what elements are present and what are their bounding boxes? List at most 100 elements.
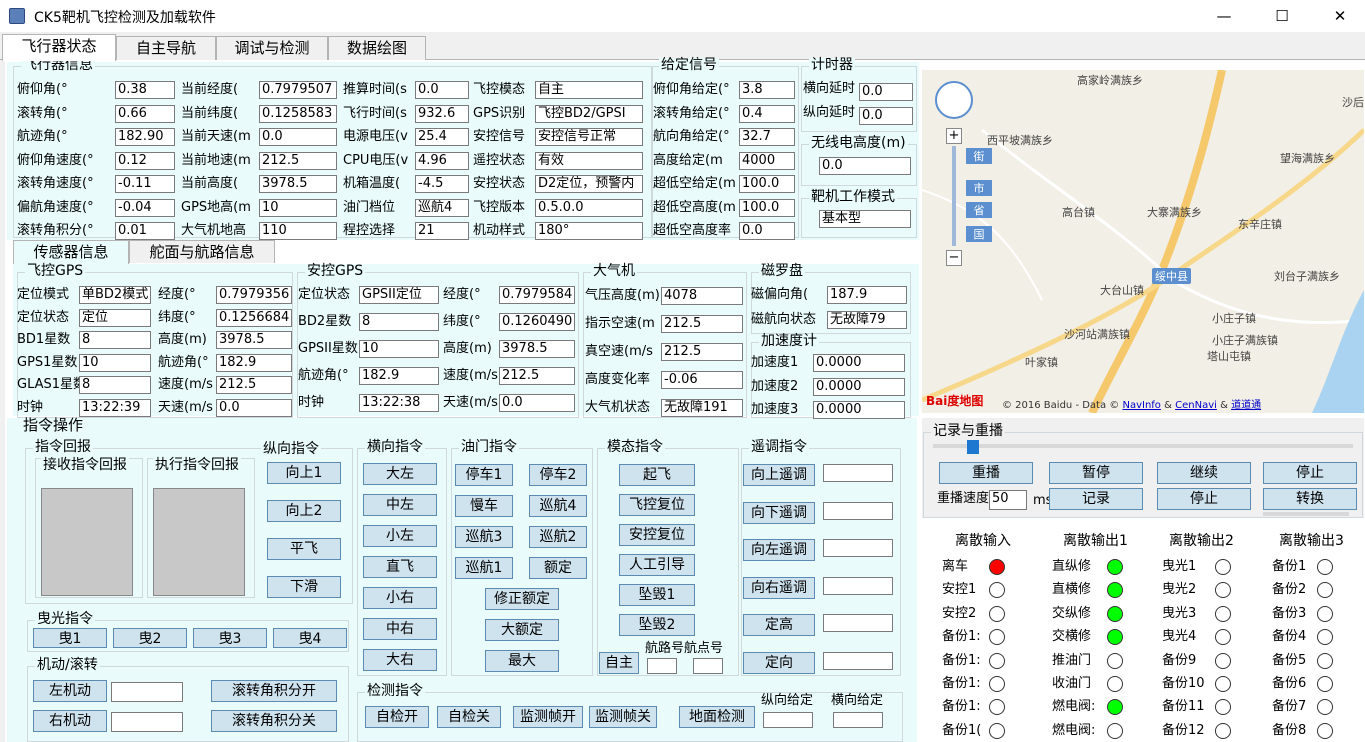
lat-given-input[interactable] — [833, 712, 883, 728]
replay-speed-input[interactable]: 50 — [989, 490, 1027, 510]
long-cmd-button[interactable]: 下滑 — [267, 576, 341, 598]
remote-value-input[interactable] — [823, 651, 893, 670]
map-view[interactable]: 高家岭满族乡 西平坡满族乡 望海满族乡 高台镇 大寨满族乡 东辛庄镇 绥中县 刘… — [922, 70, 1364, 413]
throttle-button[interactable]: 停车1 — [455, 464, 513, 486]
lat-cmd-button[interactable]: 中左 — [363, 494, 437, 516]
zoom-out-button[interactable]: − — [946, 250, 962, 266]
throttle-button[interactable]: 修正额定 — [485, 588, 559, 610]
pause-button[interactable]: 暂停 — [1049, 462, 1143, 484]
mode-button[interactable]: 坠毁2 — [619, 614, 695, 636]
mode-button[interactable]: 飞控复位 — [619, 494, 695, 516]
zoom-level-city[interactable]: 市 — [966, 180, 992, 196]
continue-button[interactable]: 继续 — [1157, 462, 1251, 484]
remote-value-input[interactable] — [823, 576, 893, 595]
given-signal-label: 滚转角给定(° — [653, 105, 730, 121]
remote-button[interactable]: 定高 — [743, 614, 815, 636]
tracer-button[interactable]: 曳2 — [113, 628, 187, 648]
route-number-input[interactable] — [647, 658, 677, 674]
throttle-button[interactable]: 最大 — [485, 650, 559, 672]
aircraft-col4-value: 0.5.0.0 — [535, 198, 643, 217]
lat-cmd-button[interactable]: 小左 — [363, 525, 437, 547]
mode-button[interactable]: 起飞 — [619, 464, 695, 486]
throttle-button[interactable]: 巡航4 — [529, 495, 587, 517]
stop-replay-button[interactable]: 停止 — [1263, 462, 1357, 484]
navinfo-link[interactable]: NavInfo — [1122, 400, 1160, 411]
sc-gps-value: 10 — [359, 340, 439, 358]
zoom-level-country[interactable]: 国 — [966, 226, 992, 242]
remote-button[interactable]: 向左遥调 — [743, 539, 815, 561]
check-button[interactable]: 自检开 — [365, 706, 429, 728]
tab-rudder-route[interactable]: 舵面与航路信息 — [129, 240, 275, 263]
long-cmd-button[interactable]: 平飞 — [267, 538, 341, 560]
check-button[interactable]: 自检关 — [437, 706, 501, 728]
zoom-in-button[interactable]: + — [946, 128, 962, 144]
lat-cmd-button[interactable]: 大右 — [363, 649, 437, 671]
zoom-level-street[interactable]: 街 — [966, 148, 992, 164]
maximize-button[interactable]: ☐ — [1271, 5, 1293, 27]
remote-value-input[interactable] — [823, 464, 893, 482]
long-cmd-button[interactable]: 向上1 — [267, 462, 341, 484]
lat-cmd-button[interactable]: 小右 — [363, 587, 437, 609]
tab-aircraft-status[interactable]: 飞行器状态 — [2, 34, 116, 61]
right-maneuver-input[interactable] — [111, 712, 183, 732]
stop-record-button[interactable]: 停止 — [1157, 488, 1251, 510]
lat-cmd-button[interactable]: 中右 — [363, 618, 437, 640]
throttle-button[interactable]: 巡航1 — [455, 557, 513, 579]
remote-button[interactable]: 定向 — [743, 651, 815, 674]
tracer-button[interactable]: 曳1 — [33, 628, 107, 648]
exec-echo-title: 执行指令回报 — [153, 457, 241, 473]
replay-button[interactable]: 重播 — [939, 462, 1033, 484]
mode-button[interactable]: 安控复位 — [619, 524, 695, 546]
zoom-slider-track[interactable] — [952, 146, 956, 246]
throttle-button[interactable]: 巡航2 — [529, 526, 587, 548]
check-button[interactable]: 监测帧开 — [513, 706, 583, 728]
aircraft-col3-label: 电源电压(v — [343, 129, 408, 144]
throttle-button[interactable]: 大额定 — [485, 619, 559, 641]
close-button[interactable]: ✕ — [1329, 5, 1351, 27]
daodaotong-link[interactable]: 道道通 — [1231, 400, 1261, 411]
tracer-button[interactable]: 曳3 — [193, 628, 267, 648]
lat-cmd-button[interactable]: 直飞 — [363, 556, 437, 578]
minimize-button[interactable]: — — [1213, 5, 1235, 27]
radio-alt-group-title: 无线电高度(m) — [809, 135, 908, 151]
mode-button[interactable]: 人工引导 — [619, 554, 695, 576]
remote-button[interactable]: 向右遥调 — [743, 576, 815, 599]
fc-gps-label: 速度(m/s — [158, 377, 213, 392]
record-button[interactable]: 记录 — [1049, 488, 1143, 510]
check-button[interactable]: 监测帧关 — [589, 706, 657, 728]
throttle-button[interactable]: 巡航3 — [455, 526, 513, 548]
mode-button[interactable]: 坠毁1 — [619, 584, 695, 606]
throttle-button[interactable]: 慢车 — [455, 495, 513, 517]
right-maneuver-button[interactable]: 右机动 — [33, 710, 107, 732]
left-maneuver-input[interactable] — [111, 682, 183, 702]
waypoint-number-input[interactable] — [693, 658, 723, 674]
tab-data-plot[interactable]: 数据绘图 — [328, 36, 426, 60]
tracer-button[interactable]: 曳4 — [273, 628, 347, 648]
remote-button[interactable]: 向下遥调 — [743, 501, 815, 524]
air-data-label: 大气机状态 — [585, 400, 651, 415]
zoom-level-province[interactable]: 省 — [966, 202, 992, 218]
remote-value-input[interactable] — [823, 614, 893, 632]
convert-button[interactable]: 转换 — [1263, 488, 1357, 510]
replay-progress-track[interactable] — [933, 444, 1353, 448]
left-maneuver-button[interactable]: 左机动 — [33, 680, 107, 702]
roll-integral-off-button[interactable]: 滚转角积分关 — [211, 710, 337, 732]
mode-button[interactable]: 自主 — [599, 652, 639, 674]
tab-debug-test[interactable]: 调试与检测 — [216, 36, 328, 60]
map-pan-control[interactable] — [935, 81, 973, 119]
throttle-button[interactable]: 停车2 — [529, 464, 587, 486]
fc-gps-label: BD1星数 — [17, 332, 71, 347]
cennavi-link[interactable]: CenNavi — [1175, 400, 1217, 411]
remote-value-input[interactable] — [823, 539, 893, 557]
check-button[interactable]: 地面检测 — [679, 706, 755, 728]
replay-progress-thumb[interactable] — [967, 440, 979, 454]
remote-value-input[interactable] — [823, 501, 893, 520]
lat-cmd-button[interactable]: 大左 — [363, 463, 437, 485]
throttle-button[interactable]: 额定 — [529, 557, 587, 579]
tab-auto-nav[interactable]: 自主导航 — [116, 36, 216, 60]
long-given-input[interactable] — [763, 712, 813, 728]
tab-sensor-info[interactable]: 传感器信息 — [13, 240, 129, 264]
remote-button[interactable]: 向上遥调 — [743, 464, 815, 486]
long-cmd-button[interactable]: 向上2 — [267, 500, 341, 522]
roll-integral-on-button[interactable]: 滚转角积分开 — [211, 680, 337, 702]
